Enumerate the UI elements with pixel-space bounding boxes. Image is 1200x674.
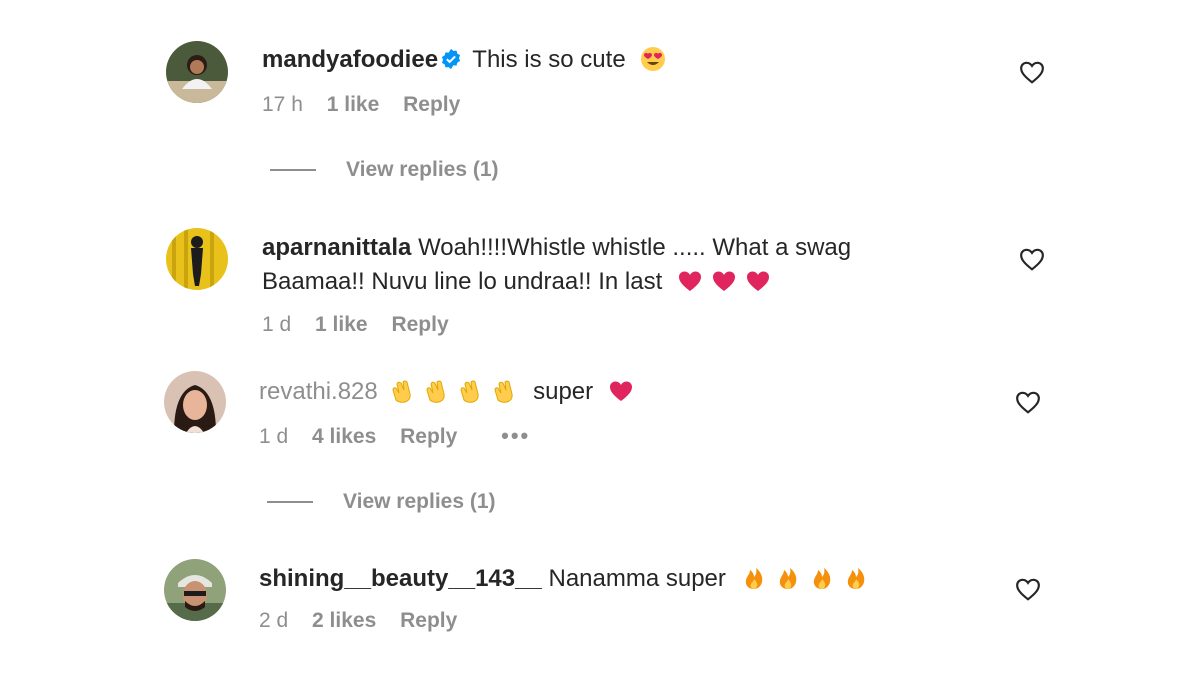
heart-outline-icon[interactable] [1019,60,1045,84]
username[interactable]: mandyafoodiee [262,46,438,73]
username[interactable]: revathi.828 [259,378,378,405]
like-count[interactable]: 2 likes [312,609,376,632]
view-replies-button[interactable]: View replies (1) [270,158,499,182]
clapping-hands-emoji-icon [392,380,412,403]
username[interactable]: shining__beauty__143__ [259,565,542,592]
comment-text: super [533,378,594,405]
heart-outline-icon[interactable] [1015,390,1041,414]
comment-time[interactable]: 1 d [259,425,288,448]
comment-text-line-1: Woah!!!!Whistle whistle ..... What a swa… [418,234,852,261]
fire-emoji-icon [745,568,762,589]
view-replies-button[interactable]: View replies (1) [267,490,496,514]
red-heart-emoji-icon [609,381,632,401]
comment-time[interactable]: 17 h [262,93,303,116]
avatar[interactable] [166,41,228,103]
fire-emoji-icon [779,568,796,589]
like-count[interactable]: 4 likes [312,425,376,448]
red-heart-emoji-icon [746,271,769,291]
comment-text: This is so cute [472,46,626,73]
red-heart-emoji-icon [712,271,735,291]
avatar[interactable] [164,371,226,433]
comment-text-line-2: Baamaa!! Nuvu line lo undraa!! In last [262,268,663,295]
comment-time[interactable]: 2 d [259,609,288,632]
heart-outline-icon[interactable] [1015,577,1041,601]
heart-outline-icon[interactable] [1019,247,1045,271]
verified-badge-icon [441,48,461,70]
red-heart-emoji-icon [678,271,701,291]
comment-time[interactable]: 1 d [262,313,291,336]
more-options-button[interactable]: ••• [501,423,530,448]
clapping-hands-emoji-icon [460,380,480,403]
divider-line [267,501,313,503]
clapping-hands-emoji-icon [426,380,446,403]
username[interactable]: aparnanittala [262,234,411,261]
clapping-hands-emoji-icon [494,380,514,403]
view-replies-label: View replies (1) [343,490,496,513]
reply-button[interactable]: Reply [391,313,448,336]
reply-button[interactable]: Reply [403,93,460,116]
avatar[interactable] [164,559,226,621]
comment-text: Nanamma super [548,565,726,592]
fire-emoji-icon [813,568,830,589]
reply-button[interactable]: Reply [400,609,457,632]
like-count[interactable]: 1 like [315,313,368,336]
view-replies-label: View replies (1) [346,158,499,181]
heart-eyes-emoji-icon [641,47,666,71]
fire-emoji-icon [847,568,864,589]
divider-line [270,169,316,171]
reply-button[interactable]: Reply [400,425,457,448]
like-count[interactable]: 1 like [327,93,380,116]
avatar[interactable] [166,228,228,290]
